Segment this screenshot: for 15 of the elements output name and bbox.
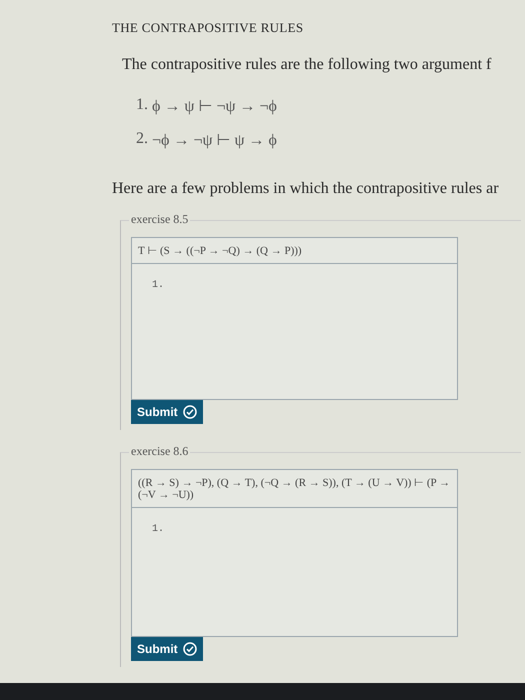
problem-statement: T ⊢ (S → ((¬P → ¬Q) → (Q → P))) [132,238,457,264]
rule-text: 1. ϕ → ψ ⊢ ¬ψ → ¬ϕ [136,96,278,116]
section-title: THE CONTRAPOSITIVE RULES [112,20,304,36]
problem-statement: ((R → S) → ¬P), (Q → T), (¬Q → (R → S)), (T → (U → V)) ⊢ (P → (¬V → ¬U)) [132,470,457,508]
check-icon [182,642,197,656]
problems-intro-text: Here are a few problems in which the contrapositive rules ar [112,180,500,198]
intro-text: The contrapositive rules are the following two argument f [122,56,492,74]
submit-button[interactable]: Submit [131,400,203,424]
line-number: 1. [152,524,164,535]
submit-button[interactable]: Submit [131,637,203,661]
line-number: 1. [152,280,164,291]
proof-field[interactable]: 1. [132,508,457,636]
proof-field[interactable]: 1. [132,264,457,399]
check-icon [182,405,197,419]
rule-text: 2. ¬ϕ → ¬ψ ⊢ ψ → ϕ [136,130,278,150]
